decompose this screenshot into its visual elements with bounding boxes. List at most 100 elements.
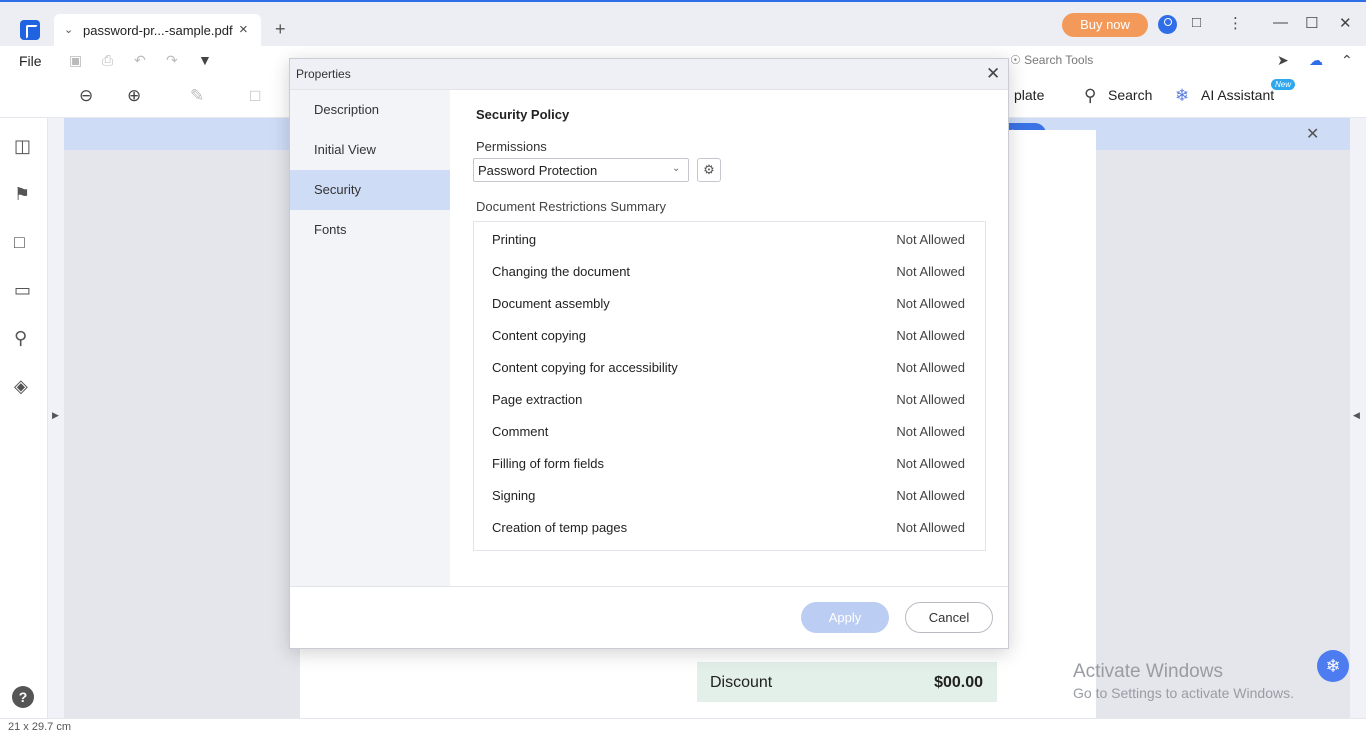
watermark-line-2: Go to Settings to activate Windows.	[1073, 685, 1294, 701]
restriction-status: Not Allowed	[896, 488, 965, 503]
restriction-name: Document assembly	[492, 296, 610, 311]
chevron-down-icon[interactable]: ⌄	[64, 23, 73, 36]
restriction-status: Not Allowed	[896, 328, 965, 343]
restrictions-summary-label: Document Restrictions Summary	[476, 199, 666, 214]
bookmark-icon[interactable]: ⚑	[14, 184, 30, 205]
security-policy-title: Security Policy	[476, 107, 570, 122]
restriction-status: Not Allowed	[896, 520, 965, 535]
restriction-name: Page extraction	[492, 392, 583, 407]
document-tab[interactable]: ⌄ password-pr...-sample.pdf ×	[54, 14, 261, 48]
permissions-select[interactable]: Password Protection ⌄	[473, 158, 689, 182]
watermark-line-1: Activate Windows	[1073, 661, 1223, 682]
search-panel-icon[interactable]: ⚲	[14, 328, 27, 349]
apply-button[interactable]: Apply	[801, 602, 889, 633]
menu-file[interactable]: File	[19, 53, 42, 69]
restriction-name: Creation of temp pages	[492, 520, 628, 535]
nav-description[interactable]: Description	[290, 90, 450, 130]
restriction-name: Signing	[492, 488, 536, 503]
permissions-settings-icon[interactable]: ⚙	[697, 158, 721, 182]
ai-assistant-button[interactable]: AI Assistant	[1201, 87, 1274, 103]
upload-icon[interactable]: ☁	[1309, 52, 1323, 69]
restriction-row: Printing Not Allowed	[474, 224, 985, 256]
restriction-name: Printing	[492, 232, 537, 247]
message-icon[interactable]: □	[1192, 14, 1201, 31]
restriction-status: Not Allowed	[896, 424, 965, 439]
restriction-row: Creation of temp pages Not Allowed	[474, 512, 985, 544]
minimize-icon[interactable]: —	[1273, 14, 1288, 31]
left-sidebar: ◫ ⚑ □ ▭ ⚲ ◈ ?	[0, 118, 48, 733]
restrictions-list: Printing Not Allowed Changing the documen…	[473, 221, 986, 551]
dropdown-icon[interactable]: ▼	[198, 52, 212, 68]
more-icon[interactable]: ⋮	[1228, 14, 1243, 32]
redo-icon[interactable]: ↷	[166, 52, 178, 69]
banner-close-icon[interactable]: ✕	[1306, 124, 1319, 144]
search-tools-input[interactable]: ☉ Search Tools	[1010, 53, 1093, 67]
chevron-down-icon: ⌄	[672, 163, 681, 174]
page-dimensions: 21 x 29.7 cm	[8, 721, 71, 733]
layers-icon[interactable]: ◈	[14, 376, 28, 397]
comment-icon[interactable]: □	[14, 232, 25, 253]
restriction-status: Not Allowed	[896, 296, 965, 311]
assistant-fab-icon[interactable]: ❄	[1317, 650, 1349, 682]
dialog-content: Security Policy Permissions Password Pro…	[450, 90, 1008, 586]
zoom-in-icon[interactable]: ⊕	[127, 86, 141, 106]
activate-windows-watermark: Activate Windows Go to Settings to activ…	[1073, 661, 1294, 701]
restriction-status: Not Allowed	[896, 264, 965, 279]
zoom-out-icon[interactable]: ⊖	[79, 86, 93, 106]
maximize-icon[interactable]: ☐	[1305, 14, 1318, 32]
buy-now-button[interactable]: Buy now	[1062, 13, 1148, 37]
discount-label: Discount	[710, 674, 773, 691]
restriction-name: Content copying for accessibility	[492, 360, 678, 375]
restriction-name: Filling of form fields	[492, 456, 604, 471]
restriction-row: Content copying Not Allowed	[474, 320, 985, 352]
tab-filename: password-pr...-sample.pdf	[83, 23, 233, 38]
permissions-label: Permissions	[476, 139, 547, 154]
nav-fonts[interactable]: Fonts	[290, 210, 450, 250]
print-icon[interactable]: ⎙	[102, 52, 113, 69]
expand-right-icon[interactable]: ◀	[1353, 410, 1360, 421]
title-bar: ⌄ password-pr...-sample.pdf × + Buy now …	[0, 0, 1366, 48]
dialog-title-bar: Properties ✕	[290, 59, 1008, 90]
restriction-row: Content copying for accessibility Not All…	[474, 352, 985, 384]
close-tab-icon[interactable]: ×	[239, 21, 248, 38]
thumbnails-icon[interactable]: ◫	[14, 136, 31, 157]
search-icon[interactable]: ⚲	[1084, 86, 1096, 106]
status-bar: 21 x 29.7 cm	[0, 718, 1366, 733]
page-icon[interactable]: ▭	[14, 280, 31, 301]
restriction-row: Filling of form fields Not Allowed	[474, 448, 985, 480]
restriction-name: Changing the document	[492, 264, 631, 279]
close-window-icon[interactable]: ✕	[1339, 14, 1352, 32]
restriction-row: Document assembly Not Allowed	[474, 288, 985, 320]
search-button[interactable]: Search	[1108, 87, 1152, 103]
discount-row: Discount $00.00	[697, 662, 997, 702]
ai-assistant-icon[interactable]: ❄	[1175, 86, 1189, 106]
template-button[interactable]: plate	[1014, 87, 1044, 103]
cancel-button[interactable]: Cancel	[905, 602, 993, 633]
restriction-name: Content copying	[492, 328, 586, 343]
restriction-status: Not Allowed	[896, 456, 965, 471]
account-icon[interactable]	[1158, 15, 1177, 34]
search-tools-label: Search Tools	[1024, 53, 1094, 67]
expand-left-icon[interactable]: ▶	[52, 410, 59, 421]
restriction-row: Page extraction Not Allowed	[474, 384, 985, 416]
restriction-status: Not Allowed	[896, 232, 965, 247]
new-tab-icon[interactable]: +	[275, 19, 286, 40]
save-icon[interactable]: ▣	[69, 52, 82, 69]
collapse-icon[interactable]: ⌃	[1341, 52, 1353, 69]
undo-icon[interactable]: ↶	[134, 52, 146, 69]
restriction-row: Signing Not Allowed	[474, 480, 985, 512]
dialog-close-icon[interactable]: ✕	[986, 64, 1000, 84]
properties-dialog: Properties ✕ Description Initial View Se…	[289, 58, 1009, 649]
restriction-row: Changing the document Not Allowed	[474, 256, 985, 288]
highlight-icon[interactable]: ✎	[190, 86, 204, 106]
app-logo	[20, 20, 40, 40]
restriction-status: Not Allowed	[896, 392, 965, 407]
shape-icon[interactable]: □	[250, 86, 260, 106]
nav-initial-view[interactable]: Initial View	[290, 130, 450, 170]
new-badge: New	[1271, 79, 1296, 90]
nav-security[interactable]: Security	[290, 170, 450, 210]
help-icon[interactable]: ?	[12, 686, 34, 708]
share-icon[interactable]: ➤	[1277, 52, 1289, 69]
restriction-name: Comment	[492, 424, 549, 439]
restriction-row: Comment Not Allowed	[474, 416, 985, 448]
